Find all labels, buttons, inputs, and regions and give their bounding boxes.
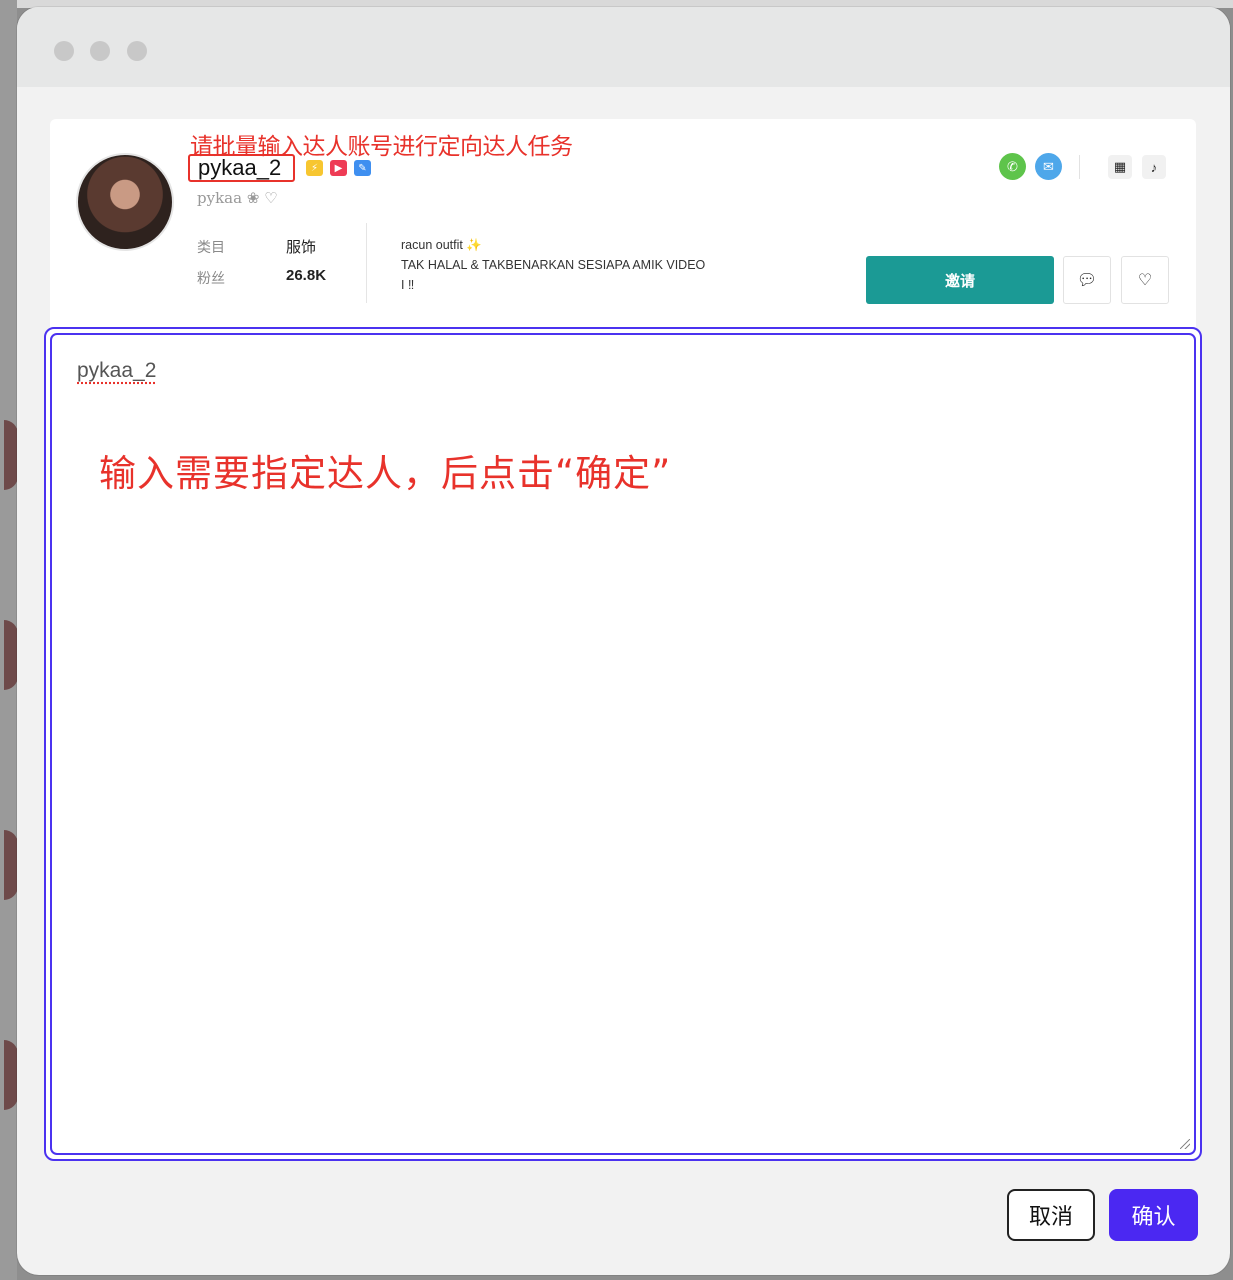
- influencer-name[interactable]: pykaa_2: [188, 154, 296, 182]
- window-maximize-dot[interactable]: [127, 41, 147, 61]
- message-icon: 💬︎: [1076, 272, 1098, 289]
- heart-icon: ♡: [1137, 272, 1153, 289]
- video-badge-icon: ▶: [330, 160, 347, 176]
- input-value: pykaa_2: [77, 359, 157, 382]
- bio-line: racun outfit ✨: [401, 238, 482, 252]
- fans-value: 26.8K: [286, 267, 327, 284]
- bio-line: I ‼: [401, 278, 415, 292]
- confirm-button[interactable]: 确认: [1109, 1189, 1198, 1241]
- tiktok-icon[interactable]: ♪: [1142, 155, 1166, 179]
- fans-label: 粉丝: [197, 270, 225, 286]
- influencer-handle: pykaa ❀ ♡: [197, 189, 278, 207]
- influencer-input[interactable]: pykaa_2 输入需要指定达人，后点击“确定”: [50, 333, 1196, 1155]
- contact-icons: ✆ ✉: [999, 153, 1062, 180]
- window-minimize-dot[interactable]: [90, 41, 110, 61]
- resize-grip-icon[interactable]: [1180, 1139, 1190, 1149]
- background-avatar: [4, 1040, 18, 1110]
- annotation-instruction-middle: 输入需要指定达人，后点击“确定”: [99, 452, 672, 495]
- background-avatar: [4, 830, 18, 900]
- dialog-window: 请批量输入达人账号进行定向达人任务 pykaa_2 ⚡ ▶ ✎ pykaa ❀ …: [17, 7, 1230, 1275]
- influencer-bio: racun outfit ✨ TAK HALAL & TAKBENARKAN S…: [401, 235, 741, 295]
- avatar[interactable]: [76, 153, 174, 251]
- window-close-dot[interactable]: [54, 41, 74, 61]
- window-titlebar: [17, 7, 1230, 87]
- badge-row: ⚡ ▶ ✎: [306, 160, 371, 176]
- cancel-button[interactable]: 取消: [1007, 1189, 1095, 1241]
- divider: [366, 223, 367, 303]
- email-icon[interactable]: ✉: [1035, 153, 1062, 180]
- whatsapp-icon[interactable]: ✆: [999, 153, 1026, 180]
- lightning-badge-icon: ⚡: [306, 160, 323, 176]
- bio-line: TAK HALAL & TAKBENARKAN SESIAPA AMIK VID…: [401, 258, 706, 272]
- invite-button[interactable]: 邀请: [866, 256, 1054, 304]
- divider: [1079, 155, 1080, 179]
- message-button[interactable]: 💬︎: [1063, 256, 1111, 304]
- influencer-card: 请批量输入达人账号进行定向达人任务 pykaa_2 ⚡ ▶ ✎ pykaa ❀ …: [50, 119, 1196, 334]
- influencer-input-frame: pykaa_2 输入需要指定达人，后点击“确定”: [44, 327, 1202, 1161]
- platform-icons: ▦ ♪: [1108, 155, 1166, 179]
- category-value: 服饰: [286, 239, 317, 256]
- background-avatar: [4, 620, 18, 690]
- background-avatar: [4, 420, 18, 490]
- favorite-button[interactable]: ♡: [1121, 256, 1169, 304]
- qr-code-icon[interactable]: ▦: [1108, 155, 1132, 179]
- edit-badge-icon: ✎: [354, 160, 371, 176]
- category-label: 类目: [197, 239, 225, 255]
